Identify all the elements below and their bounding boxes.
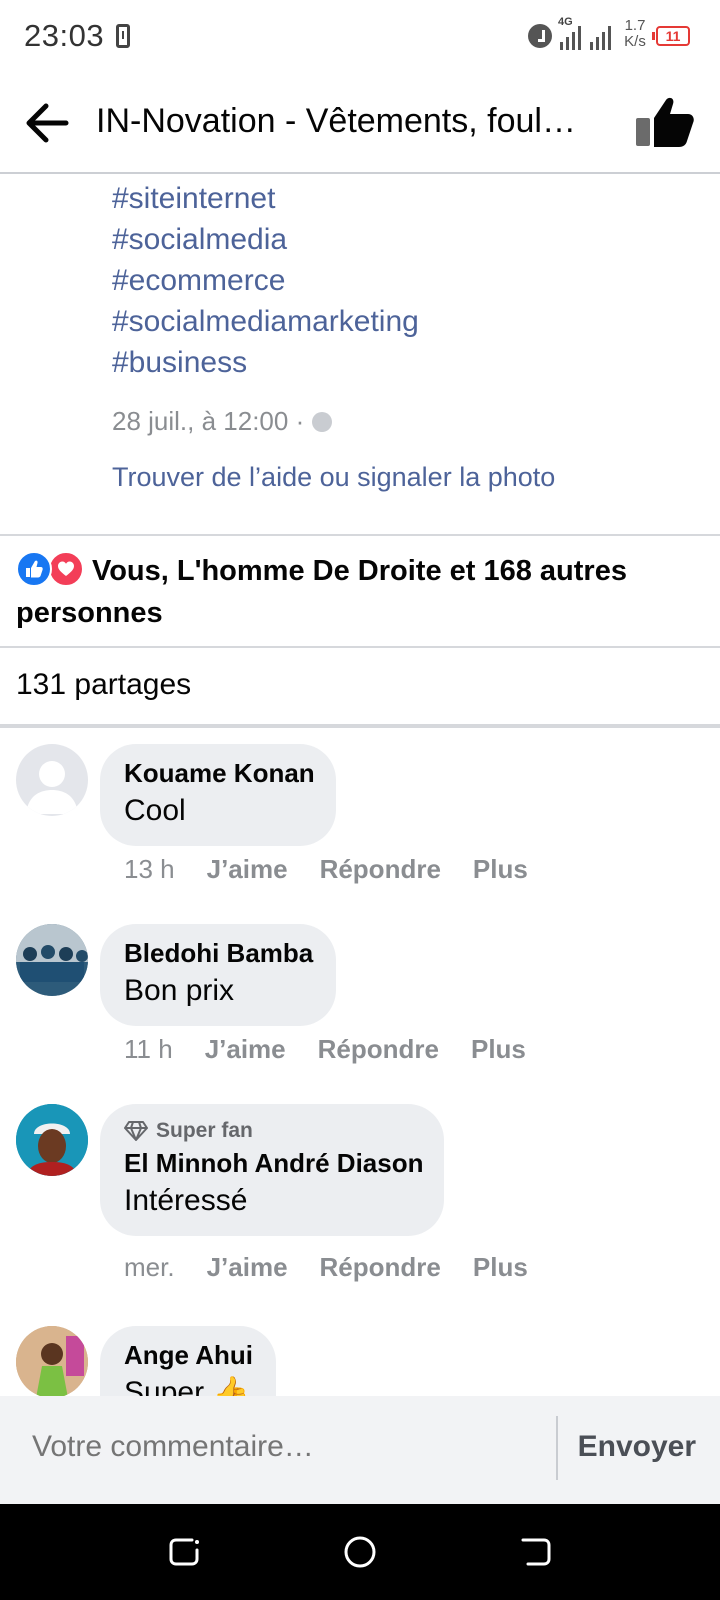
comment-author[interactable]: El Minnoh André Diason (124, 1146, 423, 1180)
reaction-summary[interactable]: Vous, L'homme De Droite et 168 autres pe… (16, 550, 706, 634)
reply-button[interactable]: Répondre (320, 854, 441, 885)
reply-button[interactable]: Répondre (318, 1034, 439, 1065)
avatar[interactable] (16, 1104, 88, 1176)
comment-actions: 11 h J’aime Répondre Plus (124, 1034, 526, 1065)
thumbs-up-icon[interactable] (634, 94, 696, 152)
hashtag-link[interactable]: #business (112, 342, 419, 383)
diamond-icon (124, 1121, 148, 1141)
comment-item: Ange Ahui Super 👍 (0, 1326, 720, 1396)
like-comment-button[interactable]: J’aime (207, 1252, 288, 1283)
battery-icon: 11 (652, 26, 690, 46)
signal-icon (560, 24, 586, 50)
divider (0, 646, 720, 648)
send-button[interactable]: Envoyer (578, 1430, 696, 1464)
recent-apps-icon[interactable] (166, 1534, 202, 1570)
avatar[interactable] (16, 924, 88, 996)
status-time: 23:03 (24, 18, 105, 53)
like-comment-button[interactable]: J’aime (207, 854, 288, 885)
comment-text: Cool (124, 794, 186, 827)
battery-saver-icon (116, 24, 130, 48)
report-photo-link[interactable]: Trouver de l’aide ou signaler la photo (112, 462, 555, 493)
speed-value: 1.7 (624, 17, 646, 34)
comment-time[interactable]: mer. (124, 1252, 175, 1283)
love-reaction-icon (48, 551, 84, 587)
comment-actions: 13 h J’aime Répondre Plus (124, 854, 528, 885)
like-comment-button[interactable]: J’aime (205, 1034, 286, 1065)
more-button[interactable]: Plus (471, 1034, 526, 1065)
comment-bubble[interactable]: Kouame Konan Cool (100, 744, 336, 846)
status-bar: 23:03 4G 1.7 K/s 11 (0, 0, 720, 72)
app-header: IN-Novation - Vêtements, foul… (0, 72, 720, 174)
post-hashtags: #siteinternet #socialmedia #ecommerce #s… (112, 178, 419, 383)
like-reaction-icon (16, 551, 52, 587)
page-title: IN-Novation - Vêtements, foul… (96, 102, 576, 140)
system-nav-bar (0, 1504, 720, 1600)
hashtag-link[interactable]: #socialmedia (112, 219, 419, 260)
post-timestamp[interactable]: 28 juil., à 12:00 · (112, 406, 304, 437)
arrow-left-icon[interactable] (24, 100, 70, 146)
comment-bubble[interactable]: Ange Ahui Super 👍 (100, 1326, 276, 1396)
comment-author[interactable]: Ange Ahui (124, 1338, 253, 1372)
comment-text: Super 👍 (124, 1376, 250, 1396)
more-button[interactable]: Plus (473, 854, 528, 885)
badge-label: Super fan (156, 1119, 253, 1142)
hashtag-link[interactable]: #socialmediamarketing (112, 301, 419, 342)
comment-input[interactable] (32, 1430, 532, 1464)
network-speed: 1.7 K/s (620, 18, 650, 50)
avatar[interactable] (16, 744, 88, 816)
comment-text: Intéressé (124, 1184, 248, 1217)
back-nav-icon[interactable] (518, 1534, 554, 1570)
share-count[interactable]: 131 partages (16, 668, 191, 702)
comment-time[interactable]: 13 h (124, 854, 175, 885)
reaction-icons (16, 551, 86, 587)
comment-composer: Envoyer (0, 1396, 720, 1504)
reaction-text: Vous, L'homme De Droite et 168 autres pe… (16, 555, 627, 629)
hashtag-link[interactable]: #siteinternet (112, 178, 419, 219)
speed-unit: K/s (624, 33, 646, 50)
globe-icon (312, 411, 333, 432)
super-fan-badge[interactable]: Super fan (124, 1116, 420, 1146)
comment-author[interactable]: Bledohi Bamba (124, 936, 313, 970)
comment-actions: mer. J’aime Répondre Plus (124, 1252, 528, 1283)
comment-bubble[interactable]: Super fan El Minnoh André Diason Intéres… (100, 1104, 444, 1236)
comment-bubble[interactable]: Bledohi Bamba Bon prix (100, 924, 336, 1026)
signal-icon-2 (590, 24, 616, 50)
comment-text: Bon prix (124, 974, 235, 1007)
composer-divider (556, 1416, 558, 1480)
avatar[interactable] (16, 1326, 88, 1396)
comment-author[interactable]: Kouame Konan (124, 756, 315, 790)
more-button[interactable]: Plus (473, 1252, 528, 1283)
hashtag-link[interactable]: #ecommerce (112, 260, 419, 301)
home-icon[interactable] (342, 1534, 378, 1570)
divider (0, 534, 720, 536)
post-date: 28 juil., à 12:00 · (112, 406, 333, 437)
reply-button[interactable]: Répondre (320, 1252, 441, 1283)
divider (0, 724, 720, 728)
alarm-icon (528, 24, 552, 48)
comment-time[interactable]: 11 h (124, 1034, 173, 1065)
